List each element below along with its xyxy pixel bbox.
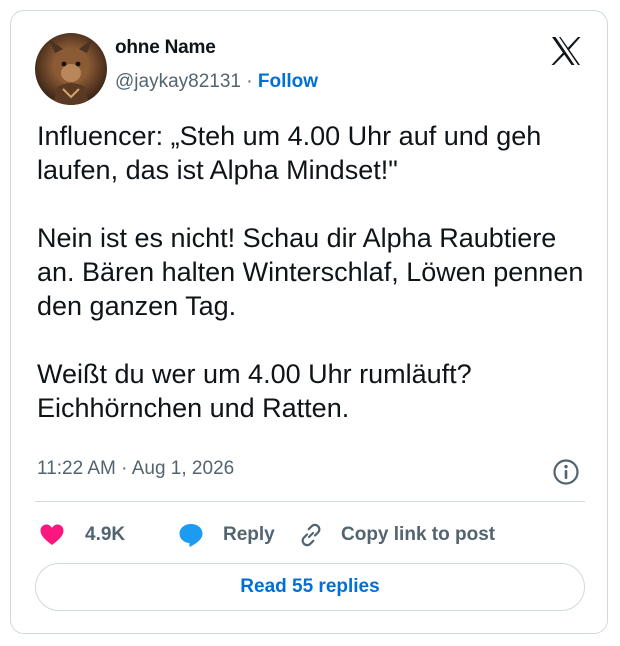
tweet-time: 11:22 AM	[37, 458, 116, 479]
like-button[interactable]: 4.9K	[39, 517, 125, 553]
divider	[35, 501, 585, 502]
timestamp[interactable]: 11:22 AM · Aug 1, 2026	[37, 458, 234, 480]
handle-separator: ·	[246, 71, 253, 92]
timestamp-separator: ·	[121, 458, 128, 479]
tweet-text: Influencer: „Steh um 4.00 Uhr auf und ge…	[37, 119, 597, 425]
author-name[interactable]: ohne Name	[115, 37, 216, 59]
speech-bubble-icon	[177, 521, 205, 549]
tweet-paragraph: Weißt du wer um 4.00 Uhr rumläuft? Eichh…	[37, 359, 472, 423]
reply-button[interactable]: Reply	[177, 517, 275, 553]
tweet-card: ohne Name @jaykay82131 · Follow Influenc…	[10, 10, 608, 634]
read-replies-button[interactable]: Read 55 replies	[35, 563, 585, 611]
copy-link-label: Copy link to post	[341, 524, 496, 545]
follow-link[interactable]: Follow	[258, 71, 318, 92]
action-bar: 4.9K Reply Copy link to post	[35, 517, 595, 553]
tweet-date: Aug 1, 2026	[131, 458, 235, 479]
avatar[interactable]	[35, 33, 107, 105]
link-icon	[297, 521, 325, 549]
heart-icon	[39, 523, 65, 547]
author-handle-row: @jaykay82131 · Follow	[115, 71, 318, 93]
tweet-paragraph: Influencer: „Steh um 4.00 Uhr auf und ge…	[37, 121, 542, 185]
tweet-paragraph: Nein ist es nicht! Schau dir Alpha Raubt…	[37, 223, 584, 321]
author-handle[interactable]: @jaykay82131	[115, 71, 241, 92]
info-icon[interactable]	[552, 458, 580, 486]
copy-link-button[interactable]: Copy link to post	[297, 517, 495, 553]
like-count: 4.9K	[85, 524, 126, 545]
x-logo-icon[interactable]	[549, 35, 583, 67]
reply-label: Reply	[223, 524, 275, 545]
